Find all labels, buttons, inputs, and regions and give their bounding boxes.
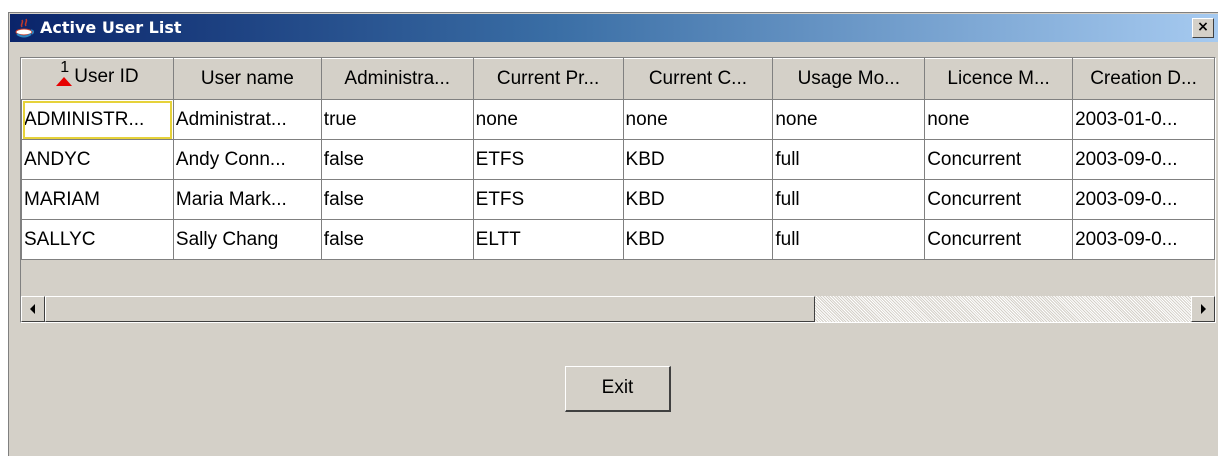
table-cell[interactable]: 2003-09-0... [1072, 219, 1215, 260]
arrow-right-icon [1201, 304, 1206, 314]
title-bar[interactable]: Active User List × [10, 14, 1218, 42]
table-cell[interactable]: Concurrent [924, 179, 1074, 220]
table-cell[interactable]: ELTT [472, 219, 624, 260]
table-cell[interactable]: Andy Conn... [172, 139, 322, 180]
table-cell[interactable]: 2003-01-0... [1072, 99, 1215, 140]
close-button[interactable]: × [1192, 18, 1214, 38]
user-table-panel: 1 User ID User name Administra... Curren… [20, 57, 1216, 323]
window-title: Active User List [40, 18, 182, 37]
table-cell[interactable]: KBD [622, 179, 774, 220]
table-row[interactable]: ADMINISTR... Administrat... true none no… [21, 99, 1215, 140]
table-cell[interactable]: false [320, 219, 474, 260]
table-cell[interactable]: full [772, 219, 926, 260]
table-cell[interactable]: 2003-09-0... [1072, 139, 1215, 180]
table-cell[interactable]: ADMINISTR... [21, 99, 174, 140]
table-cell[interactable]: SALLYC [21, 219, 174, 260]
java-cup-icon [15, 18, 35, 38]
table-cell[interactable]: none [772, 99, 926, 140]
scrollbar-thumb[interactable] [45, 296, 815, 322]
scroll-left-button[interactable] [21, 296, 45, 322]
table-cell[interactable]: false [320, 179, 474, 220]
column-header-administrator[interactable]: Administra... [320, 58, 474, 100]
table-row[interactable]: MARIAM Maria Mark... false ETFS KBD full… [21, 179, 1215, 220]
table-cell[interactable]: 2003-09-0... [1072, 179, 1215, 220]
table-cell[interactable]: none [924, 99, 1074, 140]
table-cell[interactable]: Maria Mark... [172, 179, 322, 220]
active-user-list-window: Active User List × 1 User ID User name A… [8, 12, 1218, 456]
table-cell[interactable]: MARIAM [21, 179, 174, 220]
column-header-current-product[interactable]: Current Pr... [472, 58, 624, 100]
column-header-creation-date[interactable]: Creation D... [1072, 58, 1215, 100]
table-cell[interactable]: Concurrent [924, 139, 1074, 180]
table-cell[interactable]: none [622, 99, 774, 140]
horizontal-scrollbar[interactable] [21, 296, 1215, 322]
column-header-current-c[interactable]: Current C... [622, 58, 774, 100]
table-cell[interactable]: Sally Chang [172, 219, 322, 260]
table-cell[interactable]: ANDYC [21, 139, 174, 180]
table-cell[interactable]: none [472, 99, 624, 140]
table-cell[interactable]: Concurrent [924, 219, 1074, 260]
table-row[interactable]: ANDYC Andy Conn... false ETFS KBD full C… [21, 139, 1215, 180]
table-cell[interactable]: ETFS [472, 179, 624, 220]
table-header-row: 1 User ID User name Administra... Curren… [21, 58, 1215, 100]
column-header-usage-mode[interactable]: Usage Mo... [772, 58, 926, 100]
table-row[interactable]: SALLYC Sally Chang false ELTT KBD full C… [21, 219, 1215, 260]
user-table: 1 User ID User name Administra... Curren… [21, 58, 1215, 260]
exit-button[interactable]: Exit [565, 366, 671, 412]
table-cell[interactable]: true [320, 99, 474, 140]
table-cell[interactable]: KBD [622, 139, 774, 180]
table-cell[interactable]: ETFS [472, 139, 624, 180]
table-cell[interactable]: false [320, 139, 474, 180]
column-header-user-id[interactable]: 1 User ID [21, 58, 174, 100]
table-cell[interactable]: Administrat... [172, 99, 322, 140]
column-header-user-name[interactable]: User name [172, 58, 322, 100]
column-header-licence-mode[interactable]: Licence M... [924, 58, 1074, 100]
table-cell[interactable]: full [772, 179, 926, 220]
table-cell[interactable]: full [772, 139, 926, 180]
sort-ascending-icon: 1 [56, 60, 74, 88]
table-cell[interactable]: KBD [622, 219, 774, 260]
scroll-right-button[interactable] [1191, 296, 1215, 322]
arrow-left-icon [30, 304, 35, 314]
